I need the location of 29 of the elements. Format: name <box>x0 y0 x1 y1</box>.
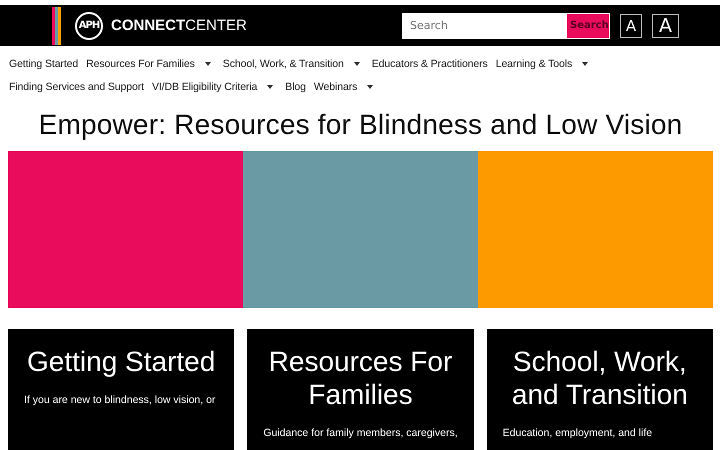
dropdown-caret-icon[interactable] <box>367 84 374 88</box>
card-description: Guidance for family members, caregivers, <box>262 427 459 439</box>
text-size-button[interactable]: A <box>620 14 642 38</box>
category-card[interactable]: School, Work, and Transition Education, employment, and life <box>486 329 713 450</box>
dropdown-caret-icon[interactable] <box>354 62 360 66</box>
page-title: Empower: Resources for Blindness and Low Vision <box>38 109 684 141</box>
nav-link[interactable]: Learning & Tools <box>492 55 596 72</box>
dropdown-caret-icon[interactable] <box>204 62 211 66</box>
category-card[interactable]: Resources For Families Guidance for family members, caregivers, <box>247 329 474 450</box>
logo-mark: APH <box>75 12 103 40</box>
logo-text: CONNECTCENTER <box>111 17 247 34</box>
nav-link[interactable]: VI/DB Eligibility Criteria <box>148 78 282 95</box>
nav-link[interactable]: Finding Services and Support <box>5 78 148 95</box>
card-description: If you are new to blindness, low vision, or <box>23 394 216 406</box>
logo-stripes-icon <box>52 6 61 44</box>
card-description: Education, employment, and life <box>502 427 654 439</box>
dropdown-caret-icon[interactable] <box>267 84 274 88</box>
nav-link[interactable]: Resources For Families <box>82 55 219 72</box>
nav-link[interactable]: Blog <box>281 78 310 95</box>
text-size-button[interactable]: A <box>652 14 679 38</box>
nav-link[interactable]: Getting Started <box>5 55 82 72</box>
nav-link[interactable]: School, Work, & Transition <box>218 55 368 72</box>
card-title: School, Work, and Transition <box>510 345 689 411</box>
nav-link[interactable]: Educators & Practitioners <box>368 55 492 72</box>
dropdown-caret-icon[interactable] <box>582 62 588 66</box>
category-card[interactable]: Getting Started If you are new to blindness, low vision, or <box>8 329 234 450</box>
card-title: Getting Started <box>26 345 216 378</box>
nav-link[interactable]: Webinars <box>310 78 382 95</box>
card-title: Resources For Families <box>268 345 454 411</box>
